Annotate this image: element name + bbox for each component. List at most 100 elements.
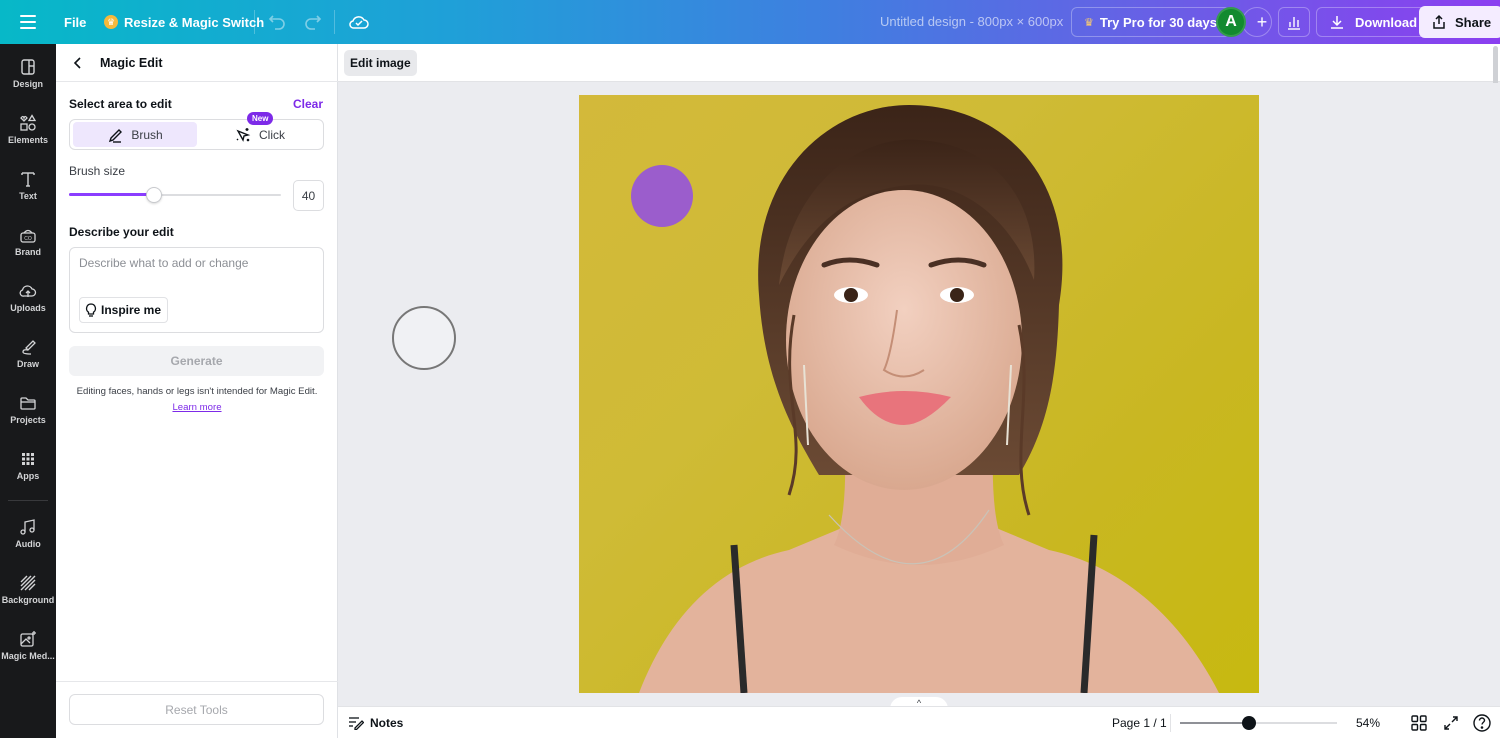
brush-mode-button[interactable]: Brush	[73, 122, 197, 147]
generate-button[interactable]: Generate	[69, 346, 324, 376]
nav-label: Background	[1, 594, 55, 605]
reset-tools-button[interactable]: Reset Tools	[69, 694, 324, 725]
nav-label: Audio	[15, 538, 41, 549]
disclaimer-text: Editing faces, hands or legs isn't inten…	[76, 386, 318, 397]
hamburger-icon	[16, 11, 40, 33]
brush-size-label: Brush size	[69, 164, 126, 178]
file-menu-button[interactable]: File	[58, 8, 92, 36]
top-bar: File ♛ Resize & Magic Switch Untitled de…	[0, 0, 1500, 44]
brush-size-input[interactable]: 40	[293, 180, 324, 211]
click-mode-button[interactable]: Click	[198, 122, 322, 147]
learn-more-link[interactable]: Learn more	[172, 402, 221, 413]
apps-grid-icon	[22, 452, 34, 465]
music-note-icon	[20, 518, 35, 535]
save-status-button[interactable]	[345, 10, 373, 34]
nav-item-uploads[interactable]: Uploads	[0, 271, 56, 323]
avatar[interactable]: A	[1216, 7, 1246, 37]
divider	[56, 681, 338, 682]
nav-item-audio[interactable]: Audio	[0, 507, 56, 559]
slider-thumb[interactable]	[145, 187, 162, 203]
inspire-me-button[interactable]: Inspire me	[79, 297, 169, 323]
plus-icon: +	[1256, 11, 1268, 32]
nav-item-text[interactable]: Text	[0, 159, 56, 211]
shapes-icon	[20, 113, 37, 131]
document-title[interactable]: Untitled design - 800px × 600px	[880, 14, 1063, 29]
zoom-level[interactable]: 54%	[1356, 716, 1380, 730]
crown-icon: ♛	[1084, 16, 1094, 29]
redo-icon	[305, 15, 322, 30]
nav-label: Apps	[16, 470, 40, 481]
describe-edit-input[interactable]	[79, 256, 314, 270]
nav-item-design[interactable]: Design	[0, 47, 56, 99]
nav-item-elements[interactable]: Elements	[0, 103, 56, 155]
divider	[254, 10, 255, 34]
nav-item-projects[interactable]: Projects	[0, 383, 56, 435]
insights-button[interactable]	[1278, 7, 1310, 37]
magic-media-icon	[20, 630, 36, 647]
undo-icon	[268, 15, 285, 30]
cloud-check-icon	[349, 16, 369, 29]
cloud-upload-icon	[19, 284, 37, 297]
share-button[interactable]: Share	[1419, 6, 1500, 38]
crown-icon: ♛	[104, 15, 118, 29]
nav-item-background[interactable]: Background	[0, 563, 56, 615]
zoom-slider[interactable]	[1180, 713, 1337, 733]
download-button[interactable]: Download	[1316, 7, 1431, 37]
bar-chart-icon	[1288, 17, 1300, 30]
add-collaborator-button[interactable]: +	[1242, 7, 1272, 37]
brush-mark	[631, 165, 693, 227]
describe-edit-label: Describe your edit	[69, 225, 174, 239]
brush-mode-label: Brush	[131, 127, 163, 142]
help-button[interactable]	[1472, 713, 1492, 733]
left-nav: Design Elements Text CO Brand Uploads Dr…	[0, 44, 56, 738]
share-icon	[1433, 14, 1445, 29]
folder-icon	[20, 396, 36, 410]
main-menu-button[interactable]	[16, 12, 40, 32]
brush-icon	[109, 128, 123, 143]
slider-thumb[interactable]	[1242, 716, 1257, 730]
nav-label: Brand	[14, 246, 41, 257]
edit-image-button[interactable]: Edit image	[344, 50, 417, 76]
disclaimer: Editing faces, hands or legs isn't inten…	[64, 384, 330, 416]
divider	[334, 10, 335, 34]
clear-button[interactable]: Clear	[293, 97, 323, 111]
nav-label: Uploads	[10, 302, 46, 313]
brush-cursor	[392, 306, 456, 370]
resize-label: Resize & Magic Switch	[124, 14, 265, 30]
page-indicator[interactable]: Page 1 / 1	[1112, 716, 1167, 730]
grid-view-icon	[1411, 715, 1427, 731]
click-mode-label: Click	[259, 127, 285, 142]
try-pro-button[interactable]: ♛ Try Pro for 30 days	[1071, 7, 1230, 37]
nav-item-apps[interactable]: Apps	[0, 439, 56, 491]
nav-label: Magic Med...	[1, 650, 55, 661]
nav-item-brand[interactable]: CO Brand	[0, 215, 56, 267]
fullscreen-button[interactable]	[1442, 714, 1460, 732]
slider-fill	[1180, 722, 1250, 724]
resize-magic-switch-button[interactable]: ♛ Resize & Magic Switch	[100, 8, 268, 36]
nav-label: Draw	[16, 358, 39, 369]
grid-view-button[interactable]	[1410, 714, 1428, 732]
design-page-image[interactable]	[579, 95, 1259, 693]
notes-icon	[349, 717, 364, 730]
download-label: Download	[1355, 14, 1418, 30]
context-toolbar: Edit image	[338, 44, 1500, 82]
inspire-me-label: Inspire me	[101, 303, 162, 317]
download-icon	[1331, 16, 1343, 29]
magic-edit-panel: Magic Edit Select area to edit Clear Bru…	[56, 44, 338, 738]
notes-button[interactable]: Notes	[348, 713, 403, 733]
undo-button[interactable]	[264, 10, 290, 34]
nav-item-draw[interactable]: Draw	[0, 327, 56, 379]
brush-size-slider[interactable]	[69, 184, 281, 206]
panel-title: Magic Edit	[100, 56, 163, 70]
describe-edit-box: Inspire me	[69, 247, 324, 333]
redo-button[interactable]	[300, 10, 326, 34]
back-button[interactable]	[68, 53, 88, 73]
magic-click-icon	[236, 127, 251, 142]
hatch-pattern-icon	[20, 575, 36, 590]
text-icon	[21, 171, 35, 187]
chevron-left-icon	[73, 57, 81, 69]
nav-label: Projects	[10, 414, 46, 425]
layout-icon	[21, 58, 35, 75]
nav-item-magic-media[interactable]: Magic Med...	[0, 619, 56, 671]
nav-label: Text	[19, 190, 37, 201]
